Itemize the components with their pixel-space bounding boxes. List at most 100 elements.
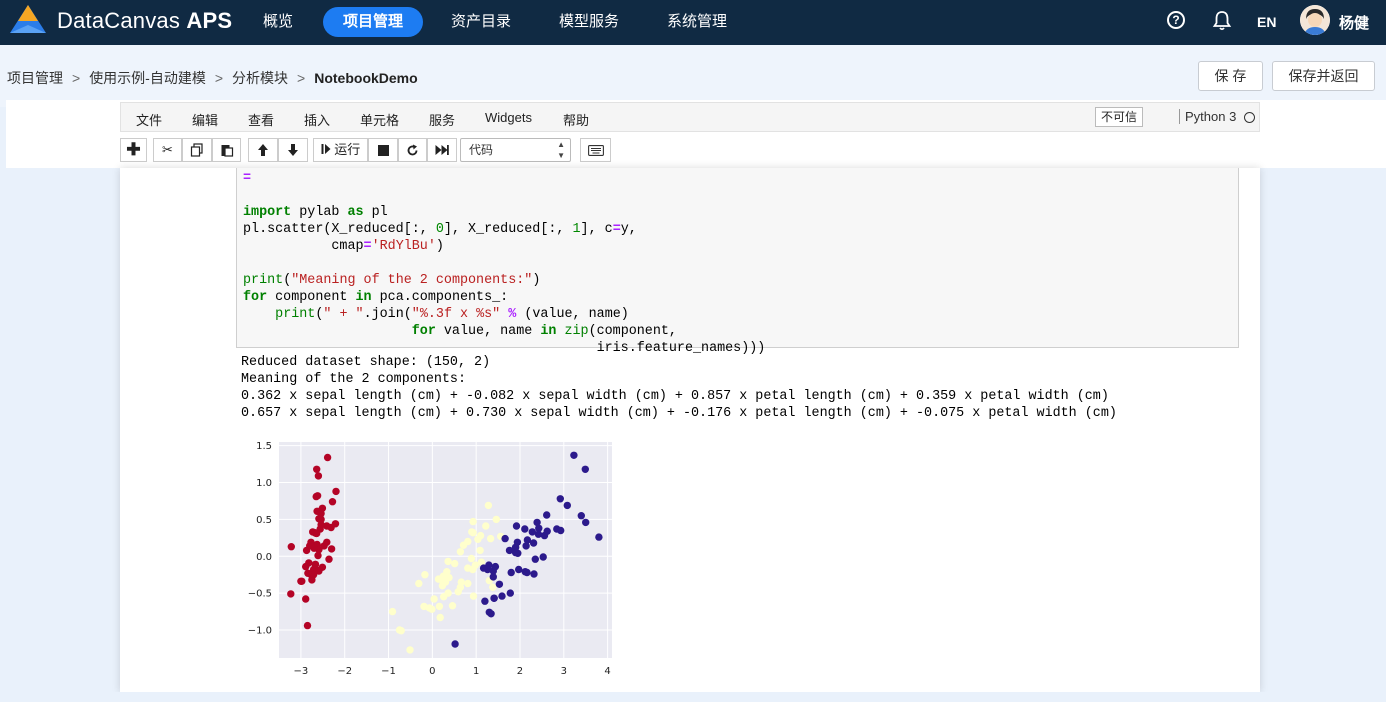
scatter-point — [323, 538, 331, 546]
menu-help[interactable]: 帮助 — [563, 110, 589, 129]
scatter-point — [531, 555, 539, 563]
interrupt-button[interactable] — [368, 138, 398, 162]
scatter-plot: −3 −2 −1 0 1 2 3 4 1.5 1.0 0.5 0.0 −0.5 −1.0 — [240, 438, 620, 688]
save-return-button[interactable]: 保存并返回 — [1272, 61, 1375, 91]
scatter-point — [521, 525, 529, 533]
cell-type-value: 代码 — [469, 143, 494, 157]
scatter-point — [512, 522, 521, 530]
add-cell-button[interactable]: ✚ — [120, 138, 147, 162]
command-palette-button[interactable] — [580, 138, 611, 162]
breadcrumb-item-projects[interactable]: 项目管理 — [7, 70, 63, 86]
notebook-body[interactable]: = import pylab as pl pl.scatter(X_reduce… — [120, 168, 1260, 692]
scatter-point — [415, 579, 423, 588]
user-name[interactable]: 杨健 — [1339, 12, 1369, 33]
breadcrumb-item-current: NotebookDemo — [314, 70, 418, 86]
breadcrumb-item-example[interactable]: 使用示例-自动建模 — [89, 70, 206, 86]
code-cell-source[interactable]: = import pylab as pl pl.scatter(X_reduce… — [243, 170, 765, 357]
menu-file[interactable]: 文件 — [136, 110, 162, 129]
menu-cell[interactable]: 单元格 — [360, 110, 399, 129]
scatter-point — [430, 595, 438, 603]
scatter-point — [533, 518, 541, 527]
help-icon[interactable]: ? — [1167, 11, 1185, 29]
trusted-indicator[interactable]: 不可信 — [1095, 107, 1144, 127]
scatter-point — [317, 509, 325, 518]
scatter-point — [485, 608, 493, 616]
scatter-point — [563, 501, 571, 510]
cell-type-select[interactable]: 代码 ▲ ▼ — [460, 138, 571, 162]
breadcrumb: 项目管理 > 使用示例-自动建模 > 分析模块 > NotebookDemo — [7, 68, 418, 88]
output-text: Reduced dataset shape: (150, 2) Meaning … — [241, 354, 1117, 422]
breadcrumb-bar: 项目管理 > 使用示例-自动建模 > 分析模块 > NotebookDemo 保 存 保存并… — [0, 45, 1386, 107]
scissors-icon: ✂ — [162, 142, 173, 157]
scatter-point — [297, 577, 305, 585]
code-cell[interactable]: = import pylab as pl pl.scatter(X_reduce… — [236, 168, 1239, 356]
copy-icon — [190, 143, 203, 157]
scatter-point — [489, 583, 497, 591]
menu-view[interactable]: 查看 — [248, 110, 274, 129]
scatter-point — [454, 588, 462, 596]
scatter-point — [406, 646, 414, 654]
scatter-point — [595, 533, 603, 541]
menu-widgets[interactable]: Widgets — [485, 110, 532, 125]
scatter-point — [498, 592, 506, 600]
restart-button[interactable] — [398, 138, 427, 162]
restart-run-all-button[interactable] — [427, 138, 457, 162]
nav-item-system[interactable]: 系统管理 — [647, 7, 747, 37]
scatter-point — [467, 554, 476, 563]
step-forward-icon — [321, 144, 331, 154]
bell-icon[interactable] — [1212, 10, 1232, 32]
menu-edit[interactable]: 编辑 — [192, 110, 218, 129]
language-switch[interactable]: EN — [1257, 14, 1276, 30]
nav-item-assets[interactable]: 资产目录 — [431, 7, 531, 37]
scatter-point — [311, 560, 320, 569]
scatter-point — [436, 613, 444, 622]
run-button[interactable]: 运行 — [313, 138, 368, 162]
scatter-point — [534, 530, 543, 538]
scatter-point — [464, 579, 472, 588]
arrow-down-icon — [288, 144, 298, 156]
kernel-name[interactable]: Python 3 — [1179, 109, 1236, 124]
fast-forward-icon — [435, 145, 449, 155]
scatter-point — [287, 543, 295, 551]
scatter-point — [451, 640, 459, 648]
nav-item-model-service[interactable]: 模型服务 — [539, 7, 639, 37]
y-tick-label: 0.5 — [256, 515, 272, 526]
move-down-button[interactable] — [278, 138, 308, 162]
scatter-point — [313, 529, 321, 538]
scatter-point — [448, 602, 457, 610]
menu-kernel[interactable]: 服务 — [429, 110, 455, 129]
scatter-point — [397, 627, 405, 635]
brand-name[interactable]: DataCanvas APS — [57, 8, 232, 34]
breadcrumb-item-analysis[interactable]: 分析模块 — [232, 70, 288, 86]
scatter-point — [331, 520, 340, 528]
cut-button[interactable]: ✂ — [153, 138, 182, 162]
breadcrumb-separator: > — [297, 70, 306, 86]
scatter-point — [305, 559, 313, 567]
save-button[interactable]: 保 存 — [1198, 61, 1263, 91]
scatter-point — [522, 542, 530, 550]
scatter-point — [312, 492, 320, 501]
y-tick-label: 1.5 — [256, 441, 272, 452]
scatter-point — [476, 546, 484, 555]
output-line: 0.362 x sepal length (cm) + -0.082 x sep… — [241, 389, 1109, 404]
scatter-point — [327, 545, 336, 553]
move-up-button[interactable] — [248, 138, 278, 162]
avatar[interactable] — [1300, 5, 1330, 35]
scatter-point — [530, 570, 538, 578]
paste-button[interactable] — [212, 138, 241, 162]
scatter-point — [441, 578, 450, 586]
nav-item-projects[interactable]: 项目管理 — [323, 7, 424, 37]
scatter-point — [469, 517, 477, 526]
scatter-point — [491, 562, 500, 571]
breadcrumb-separator: > — [72, 70, 81, 86]
datacanvas-logo-icon[interactable] — [6, 3, 50, 39]
nav-item-overview[interactable]: 概览 — [243, 7, 313, 37]
scatter-point — [310, 544, 318, 552]
scatter-point — [323, 522, 331, 530]
output-line: Reduced dataset shape: (150, 2) — [241, 355, 491, 370]
top-nav: DataCanvas APS 概览 项目管理 资产目录 模型服务 系统管理 ? … — [0, 0, 1386, 45]
avatar-icon — [1300, 5, 1330, 35]
copy-button[interactable] — [182, 138, 212, 162]
scatter-point — [313, 465, 321, 473]
menu-insert[interactable]: 插入 — [304, 110, 330, 129]
